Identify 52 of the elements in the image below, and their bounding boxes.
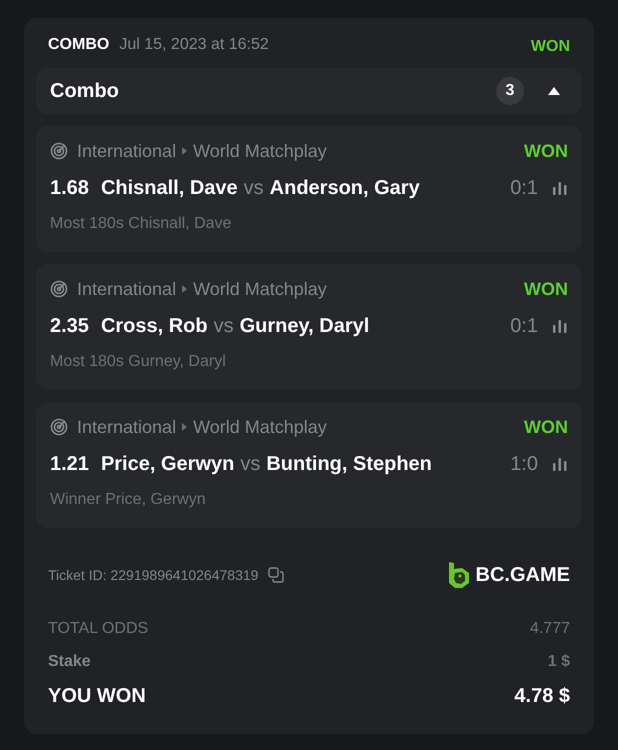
stats-icon[interactable] xyxy=(552,319,568,333)
leg-status: WON xyxy=(524,416,568,439)
total-label: Stake xyxy=(48,652,91,672)
versus-text: vs xyxy=(214,314,234,339)
home-player: Chisnall, Dave xyxy=(100,176,238,201)
odds-text: 1.21 xyxy=(50,452,89,477)
market-text: Winner Price, Gerwyn xyxy=(50,490,207,510)
chevron-icon xyxy=(182,147,188,155)
leg-status: WON xyxy=(524,140,568,163)
home-player: Price, Gerwyn xyxy=(100,452,234,477)
target-icon xyxy=(50,280,68,298)
score-text: 1:0 xyxy=(510,452,538,477)
total-value: 1 $ xyxy=(548,652,570,672)
category-text: International xyxy=(77,278,176,301)
combo-title: Combo xyxy=(50,79,119,104)
copy-icon[interactable] xyxy=(268,567,284,583)
chevron-icon xyxy=(182,423,188,431)
total-label: TOTAL ODDS xyxy=(48,618,148,638)
versus-text: vs xyxy=(244,176,264,201)
score-text: 0:1 xyxy=(510,314,538,339)
logo-icon xyxy=(448,561,470,589)
stats-icon[interactable] xyxy=(552,457,568,471)
combo-header[interactable]: Combo 3 xyxy=(36,68,582,114)
score-text: 0:1 xyxy=(510,176,538,201)
chevron-icon xyxy=(182,285,188,293)
stats-icon[interactable] xyxy=(552,181,568,195)
total-label: YOU WON xyxy=(48,684,146,709)
market-text: Most 180s Gurney, Daryl xyxy=(50,352,227,372)
away-player: Anderson, Gary xyxy=(270,176,420,201)
bet-type: COMBO xyxy=(48,35,110,55)
total-value: 4.777 xyxy=(530,618,570,638)
tournament-text: World Matchplay xyxy=(193,278,327,301)
category-text: International xyxy=(77,140,176,163)
tournament-text: World Matchplay xyxy=(193,140,327,163)
bet-date: Jul 15, 2023 at 16:52 xyxy=(119,35,269,55)
versus-text: vs xyxy=(240,452,260,477)
home-player: Cross, Rob xyxy=(100,314,208,339)
ticket-id: Ticket ID: 2291989641026478319 xyxy=(48,566,258,585)
away-player: Gurney, Daryl xyxy=(240,314,370,339)
target-icon xyxy=(50,418,68,436)
category-text: International xyxy=(77,416,176,439)
leg-status: WON xyxy=(524,278,568,301)
bet-status: WON xyxy=(530,37,570,57)
away-player: Bunting, Stephen xyxy=(266,452,432,477)
market-text: Most 180s Chisnall, Dave xyxy=(50,214,232,234)
tournament-text: World Matchplay xyxy=(193,416,327,439)
total-value: 4.78 $ xyxy=(514,684,570,709)
target-icon xyxy=(50,142,68,160)
leg-count-badge: 3 xyxy=(496,77,524,105)
odds-text: 1.68 xyxy=(50,176,89,201)
brand-name: BC.GAME xyxy=(476,563,570,588)
odds-text: 2.35 xyxy=(50,314,89,339)
